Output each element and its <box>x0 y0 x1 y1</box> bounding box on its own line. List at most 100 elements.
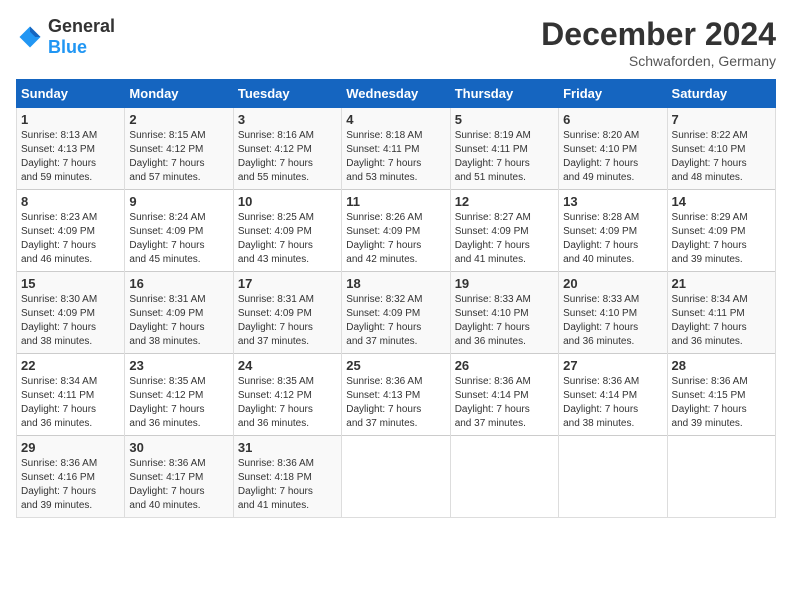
day-number: 6 <box>563 112 662 127</box>
day-number: 9 <box>129 194 228 209</box>
cell-info: Sunrise: 8:16 AM Sunset: 4:12 PM Dayligh… <box>238 129 337 185</box>
calendar-cell: 3 Sunrise: 8:16 AM Sunset: 4:12 PM Dayli… <box>233 108 341 190</box>
cell-info: Sunrise: 8:35 AM Sunset: 4:12 PM Dayligh… <box>238 375 337 431</box>
calendar-cell: 15 Sunrise: 8:30 AM Sunset: 4:09 PM Dayl… <box>17 272 125 354</box>
location: Schwaforden, Germany <box>541 53 776 69</box>
day-number: 31 <box>238 440 337 455</box>
cell-info: Sunrise: 8:36 AM Sunset: 4:16 PM Dayligh… <box>21 457 120 513</box>
calendar-cell: 1 Sunrise: 8:13 AM Sunset: 4:13 PM Dayli… <box>17 108 125 190</box>
calendar-cell: 5 Sunrise: 8:19 AM Sunset: 4:11 PM Dayli… <box>450 108 558 190</box>
cell-info: Sunrise: 8:18 AM Sunset: 4:11 PM Dayligh… <box>346 129 445 185</box>
day-number: 12 <box>455 194 554 209</box>
cell-info: Sunrise: 8:32 AM Sunset: 4:09 PM Dayligh… <box>346 293 445 349</box>
logo-blue: Blue <box>48 37 87 57</box>
cell-info: Sunrise: 8:34 AM Sunset: 4:11 PM Dayligh… <box>672 293 771 349</box>
day-number: 10 <box>238 194 337 209</box>
week-row-5: 29 Sunrise: 8:36 AM Sunset: 4:16 PM Dayl… <box>17 436 776 518</box>
day-number: 17 <box>238 276 337 291</box>
col-header-thursday: Thursday <box>450 80 558 108</box>
calendar-cell: 7 Sunrise: 8:22 AM Sunset: 4:10 PM Dayli… <box>667 108 775 190</box>
cell-info: Sunrise: 8:20 AM Sunset: 4:10 PM Dayligh… <box>563 129 662 185</box>
cell-info: Sunrise: 8:28 AM Sunset: 4:09 PM Dayligh… <box>563 211 662 267</box>
cell-info: Sunrise: 8:25 AM Sunset: 4:09 PM Dayligh… <box>238 211 337 267</box>
calendar-cell: 17 Sunrise: 8:31 AM Sunset: 4:09 PM Dayl… <box>233 272 341 354</box>
day-number: 18 <box>346 276 445 291</box>
week-row-4: 22 Sunrise: 8:34 AM Sunset: 4:11 PM Dayl… <box>17 354 776 436</box>
cell-info: Sunrise: 8:24 AM Sunset: 4:09 PM Dayligh… <box>129 211 228 267</box>
calendar-cell: 12 Sunrise: 8:27 AM Sunset: 4:09 PM Dayl… <box>450 190 558 272</box>
calendar-cell: 29 Sunrise: 8:36 AM Sunset: 4:16 PM Dayl… <box>17 436 125 518</box>
day-number: 5 <box>455 112 554 127</box>
calendar-cell: 21 Sunrise: 8:34 AM Sunset: 4:11 PM Dayl… <box>667 272 775 354</box>
day-number: 7 <box>672 112 771 127</box>
day-number: 4 <box>346 112 445 127</box>
calendar-cell: 27 Sunrise: 8:36 AM Sunset: 4:14 PM Dayl… <box>559 354 667 436</box>
calendar-cell: 16 Sunrise: 8:31 AM Sunset: 4:09 PM Dayl… <box>125 272 233 354</box>
cell-info: Sunrise: 8:36 AM Sunset: 4:13 PM Dayligh… <box>346 375 445 431</box>
calendar-cell <box>450 436 558 518</box>
cell-info: Sunrise: 8:35 AM Sunset: 4:12 PM Dayligh… <box>129 375 228 431</box>
day-number: 30 <box>129 440 228 455</box>
day-number: 16 <box>129 276 228 291</box>
day-number: 22 <box>21 358 120 373</box>
calendar-cell <box>667 436 775 518</box>
calendar-cell: 13 Sunrise: 8:28 AM Sunset: 4:09 PM Dayl… <box>559 190 667 272</box>
calendar-cell: 24 Sunrise: 8:35 AM Sunset: 4:12 PM Dayl… <box>233 354 341 436</box>
cell-info: Sunrise: 8:23 AM Sunset: 4:09 PM Dayligh… <box>21 211 120 267</box>
col-header-sunday: Sunday <box>17 80 125 108</box>
calendar-cell: 19 Sunrise: 8:33 AM Sunset: 4:10 PM Dayl… <box>450 272 558 354</box>
day-number: 14 <box>672 194 771 209</box>
day-number: 24 <box>238 358 337 373</box>
cell-info: Sunrise: 8:31 AM Sunset: 4:09 PM Dayligh… <box>238 293 337 349</box>
cell-info: Sunrise: 8:26 AM Sunset: 4:09 PM Dayligh… <box>346 211 445 267</box>
day-number: 27 <box>563 358 662 373</box>
calendar-cell: 9 Sunrise: 8:24 AM Sunset: 4:09 PM Dayli… <box>125 190 233 272</box>
cell-info: Sunrise: 8:36 AM Sunset: 4:14 PM Dayligh… <box>455 375 554 431</box>
day-number: 29 <box>21 440 120 455</box>
month-title: December 2024 <box>541 16 776 53</box>
cell-info: Sunrise: 8:36 AM Sunset: 4:18 PM Dayligh… <box>238 457 337 513</box>
calendar-cell: 20 Sunrise: 8:33 AM Sunset: 4:10 PM Dayl… <box>559 272 667 354</box>
cell-info: Sunrise: 8:13 AM Sunset: 4:13 PM Dayligh… <box>21 129 120 185</box>
day-number: 23 <box>129 358 228 373</box>
cell-info: Sunrise: 8:33 AM Sunset: 4:10 PM Dayligh… <box>455 293 554 349</box>
cell-info: Sunrise: 8:36 AM Sunset: 4:17 PM Dayligh… <box>129 457 228 513</box>
calendar-cell: 18 Sunrise: 8:32 AM Sunset: 4:09 PM Dayl… <box>342 272 450 354</box>
calendar-cell: 10 Sunrise: 8:25 AM Sunset: 4:09 PM Dayl… <box>233 190 341 272</box>
calendar-cell: 6 Sunrise: 8:20 AM Sunset: 4:10 PM Dayli… <box>559 108 667 190</box>
calendar-cell <box>342 436 450 518</box>
cell-info: Sunrise: 8:36 AM Sunset: 4:15 PM Dayligh… <box>672 375 771 431</box>
calendar-cell: 11 Sunrise: 8:26 AM Sunset: 4:09 PM Dayl… <box>342 190 450 272</box>
cell-info: Sunrise: 8:15 AM Sunset: 4:12 PM Dayligh… <box>129 129 228 185</box>
day-number: 1 <box>21 112 120 127</box>
col-header-monday: Monday <box>125 80 233 108</box>
cell-info: Sunrise: 8:31 AM Sunset: 4:09 PM Dayligh… <box>129 293 228 349</box>
day-number: 13 <box>563 194 662 209</box>
day-number: 15 <box>21 276 120 291</box>
cell-info: Sunrise: 8:30 AM Sunset: 4:09 PM Dayligh… <box>21 293 120 349</box>
calendar-cell: 4 Sunrise: 8:18 AM Sunset: 4:11 PM Dayli… <box>342 108 450 190</box>
logo-general: General <box>48 16 115 36</box>
day-number: 28 <box>672 358 771 373</box>
day-number: 25 <box>346 358 445 373</box>
calendar-cell: 14 Sunrise: 8:29 AM Sunset: 4:09 PM Dayl… <box>667 190 775 272</box>
week-row-1: 1 Sunrise: 8:13 AM Sunset: 4:13 PM Dayli… <box>17 108 776 190</box>
calendar-table: SundayMondayTuesdayWednesdayThursdayFrid… <box>16 79 776 518</box>
day-number: 11 <box>346 194 445 209</box>
day-number: 20 <box>563 276 662 291</box>
day-number: 21 <box>672 276 771 291</box>
logo-icon <box>16 23 44 51</box>
col-header-wednesday: Wednesday <box>342 80 450 108</box>
cell-info: Sunrise: 8:19 AM Sunset: 4:11 PM Dayligh… <box>455 129 554 185</box>
page-header: General Blue December 2024 Schwaforden, … <box>16 16 776 69</box>
cell-info: Sunrise: 8:29 AM Sunset: 4:09 PM Dayligh… <box>672 211 771 267</box>
calendar-cell: 22 Sunrise: 8:34 AM Sunset: 4:11 PM Dayl… <box>17 354 125 436</box>
calendar-cell: 30 Sunrise: 8:36 AM Sunset: 4:17 PM Dayl… <box>125 436 233 518</box>
logo: General Blue <box>16 16 115 58</box>
col-header-friday: Friday <box>559 80 667 108</box>
week-row-2: 8 Sunrise: 8:23 AM Sunset: 4:09 PM Dayli… <box>17 190 776 272</box>
calendar-cell <box>559 436 667 518</box>
cell-info: Sunrise: 8:27 AM Sunset: 4:09 PM Dayligh… <box>455 211 554 267</box>
col-header-saturday: Saturday <box>667 80 775 108</box>
calendar-cell: 26 Sunrise: 8:36 AM Sunset: 4:14 PM Dayl… <box>450 354 558 436</box>
